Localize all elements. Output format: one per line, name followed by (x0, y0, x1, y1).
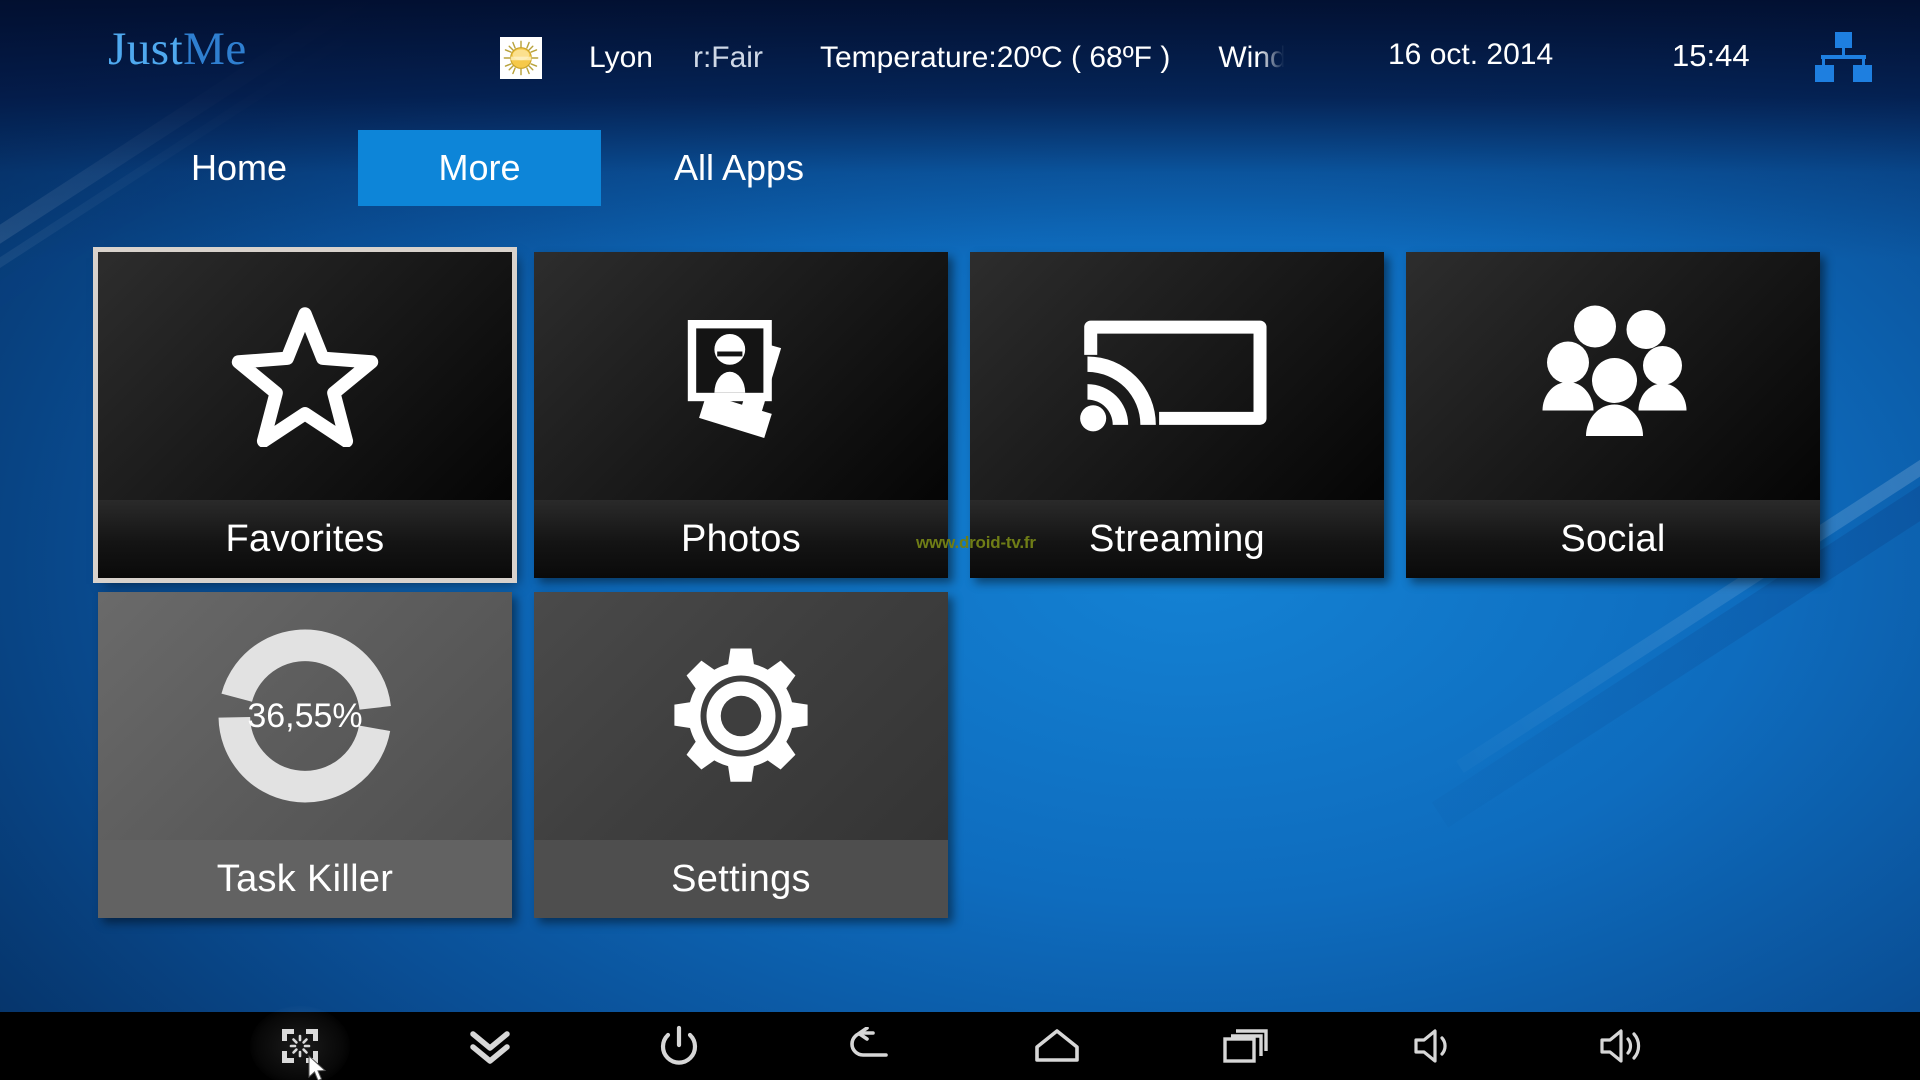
tile-label: Social (1406, 500, 1820, 578)
power-icon[interactable] (619, 1012, 739, 1080)
gear-icon (674, 648, 808, 782)
tab-more[interactable]: More (358, 130, 601, 206)
cast-icon (1080, 320, 1267, 432)
back-icon[interactable] (808, 1012, 928, 1080)
tab-all-apps[interactable]: All Apps (629, 134, 849, 202)
task-killer-percent: 36,55% (247, 696, 363, 735)
site-watermark: www.droid-tv.fr (916, 533, 1036, 552)
weather-city: Lyon (589, 41, 653, 74)
logo-part-me: Me (183, 23, 247, 75)
mouse-cursor (308, 1055, 327, 1080)
weather-temperature: Temperature:20ºC ( 68ºF ) (819, 41, 1171, 74)
tile-favorites[interactable]: Favorites (93, 247, 517, 583)
tile-task-killer[interactable]: 36,55% Task Killer (98, 592, 512, 918)
tile-artwork (534, 592, 948, 840)
tile-label: Task Killer (98, 840, 512, 918)
clock-label: 15:44 (1672, 38, 1750, 73)
tile-label: Photos (534, 500, 948, 578)
star-icon (231, 307, 379, 447)
screenshot-icon[interactable] (240, 1006, 360, 1080)
tile-photos[interactable]: Photos (534, 252, 948, 578)
weather-condition: r:Fair (692, 41, 763, 74)
tile-artwork (534, 252, 948, 500)
date-label: 16 oct. 2014 (1388, 38, 1554, 71)
chevron-down-icon[interactable] (430, 1012, 550, 1080)
donut-gauge: 36,55% (212, 623, 398, 809)
tile-artwork: 36,55% (98, 592, 512, 840)
people-icon (1542, 305, 1687, 436)
tile-label: Favorites (98, 500, 512, 578)
tab-home[interactable]: Home (150, 134, 328, 202)
tv-launcher-screen: JustMe Lyon r:Fair Temperature:20ºC (68… (0, 0, 1920, 1080)
tile-artwork (1406, 252, 1820, 500)
tile-label: Settings (534, 840, 948, 918)
top-status-bar: JustMe Lyon r:Fair Temperature:20ºC (68… (0, 0, 1920, 118)
volume-up-icon[interactable] (1564, 1012, 1684, 1080)
main-tab-bar: Home More All Apps (150, 130, 849, 206)
tile-artwork (98, 252, 512, 500)
tile-social[interactable]: Social (1406, 252, 1820, 578)
recents-icon[interactable] (1186, 1012, 1306, 1080)
sun-icon (500, 37, 542, 79)
logo-part-just: Just (108, 23, 184, 75)
tile-artwork (970, 252, 1384, 500)
home-icon[interactable] (997, 1012, 1117, 1080)
weather-wind: Wind (1218, 41, 1287, 74)
tile-settings[interactable]: Settings (534, 592, 948, 918)
app-logo: JustMe (108, 22, 247, 76)
tile-streaming[interactable]: Streaming (970, 252, 1384, 578)
app-tile-grid: Favorites Photos Streaming Social 36,55%… (93, 247, 1820, 922)
system-navigation-bar (0, 1006, 1920, 1080)
photos-icon (687, 320, 782, 439)
volume-down-icon[interactable] (1375, 1012, 1495, 1080)
ethernet-icon[interactable] (1812, 30, 1874, 86)
weather-ticker: Lyon r:Fair Temperature:20ºC ( 68ºF ) Wi… (500, 28, 1300, 88)
